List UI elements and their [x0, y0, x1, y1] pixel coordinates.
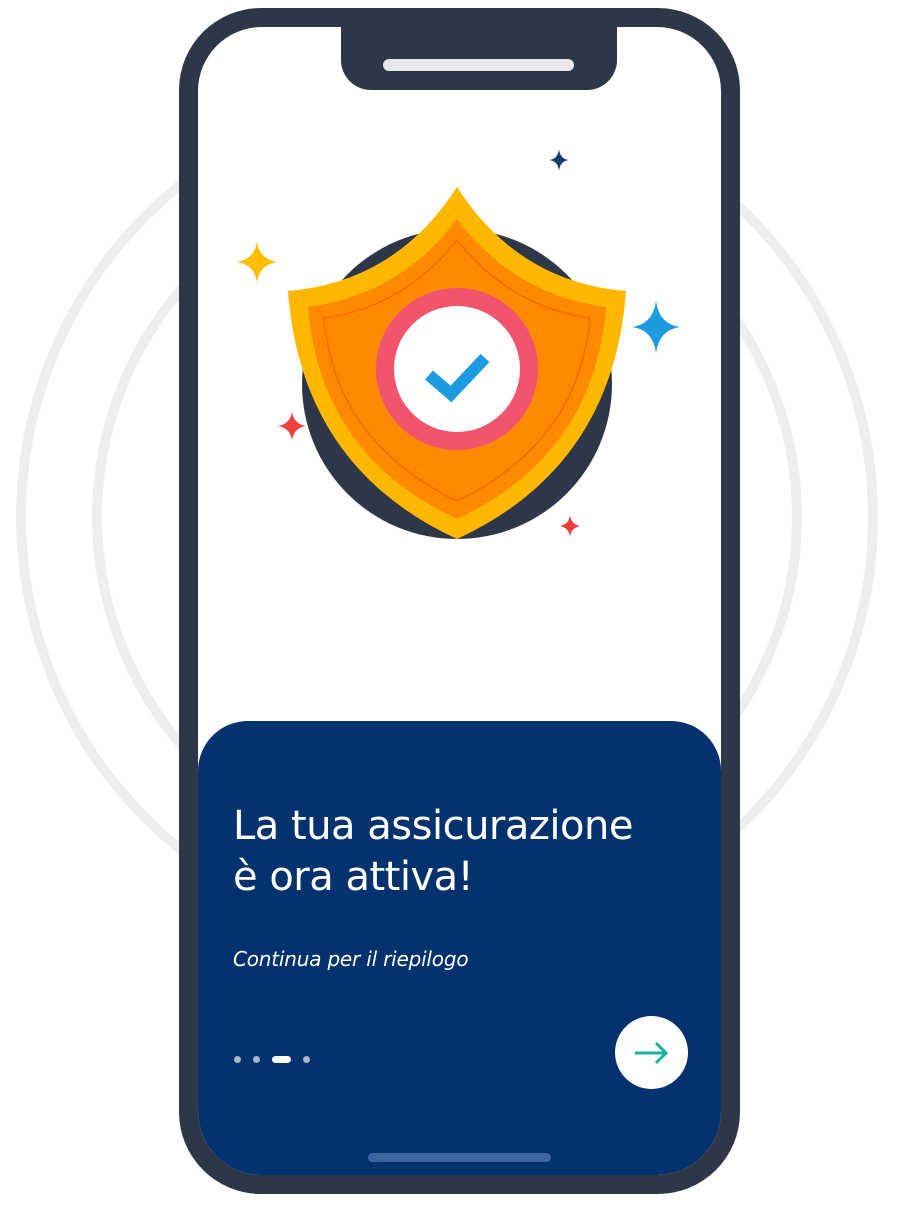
sparkle-red-left-icon — [278, 412, 306, 440]
sparkle-blue-icon — [632, 301, 680, 353]
phone-screen: La tua assicurazione è ora attiva! Conti… — [198, 27, 721, 1175]
insurance-illustration — [237, 149, 680, 539]
page-title-line2: è ora attiva! — [233, 854, 474, 900]
page-dot-2[interactable] — [253, 1055, 260, 1063]
subtitle: Continua per il riepilogo — [233, 947, 469, 971]
sparkle-navy-icon — [549, 149, 569, 171]
page-dot-4[interactable] — [303, 1055, 310, 1063]
shield-check-icon — [288, 187, 626, 539]
arrow-right-icon — [634, 1041, 668, 1064]
page-indicator — [234, 1054, 310, 1064]
phone-frame: La tua assicurazione è ora attiva! Conti… — [179, 8, 740, 1194]
next-button[interactable] — [615, 1016, 688, 1089]
sparkle-yellow-icon — [237, 241, 277, 283]
bottom-info-panel: La tua assicurazione è ora attiva! Conti… — [198, 721, 721, 1175]
page-title: La tua assicurazione è ora attiva! — [233, 801, 693, 903]
app-stage: La tua assicurazione è ora attiva! Conti… — [0, 0, 897, 1207]
home-indicator[interactable] — [368, 1153, 551, 1162]
page-title-line1: La tua assicurazione — [233, 803, 633, 849]
phone-speaker — [383, 59, 574, 71]
sparkle-red-right-icon — [560, 515, 580, 537]
page-dot-1[interactable] — [234, 1055, 241, 1063]
page-dot-3-active[interactable] — [272, 1055, 291, 1063]
check-disc — [394, 306, 520, 432]
